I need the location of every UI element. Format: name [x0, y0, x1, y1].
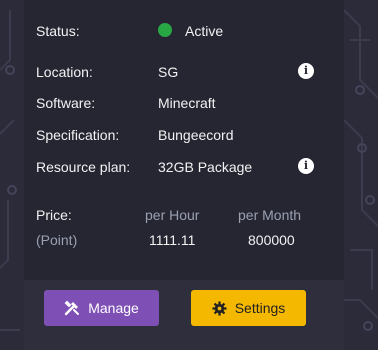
location-info-icon[interactable]: i: [298, 63, 314, 79]
status-label: Status:: [36, 23, 80, 39]
status-indicator-icon: [158, 23, 172, 37]
location-value: SG: [158, 64, 179, 80]
specification-value: Bungeecord: [158, 127, 234, 143]
specification-label: Specification:: [36, 127, 120, 143]
per-month-label: per Month: [238, 207, 302, 223]
per-hour-value: 1111.11: [149, 232, 196, 248]
status-value: Active: [185, 23, 224, 39]
software-label: Software:: [36, 95, 96, 111]
per-hour-label: per Hour: [145, 207, 200, 223]
settings-button[interactable]: Settings: [191, 290, 306, 326]
per-month-value: 800000: [248, 232, 295, 248]
manage-button-label: Manage: [88, 300, 139, 316]
resource-plan-value: 32GB Package: [158, 159, 253, 175]
settings-button-label: Settings: [234, 300, 286, 316]
price-label: Price:: [36, 207, 72, 223]
manage-button[interactable]: Manage: [44, 290, 159, 326]
software-value: Minecraft: [158, 95, 216, 111]
location-label: Location:: [36, 64, 93, 80]
tools-icon: [64, 300, 80, 316]
resource-plan-info-icon[interactable]: i: [298, 158, 314, 174]
gear-icon: [212, 300, 227, 316]
price-unit-label: (Point): [36, 232, 78, 248]
resource-plan-label: Resource plan:: [36, 159, 131, 175]
